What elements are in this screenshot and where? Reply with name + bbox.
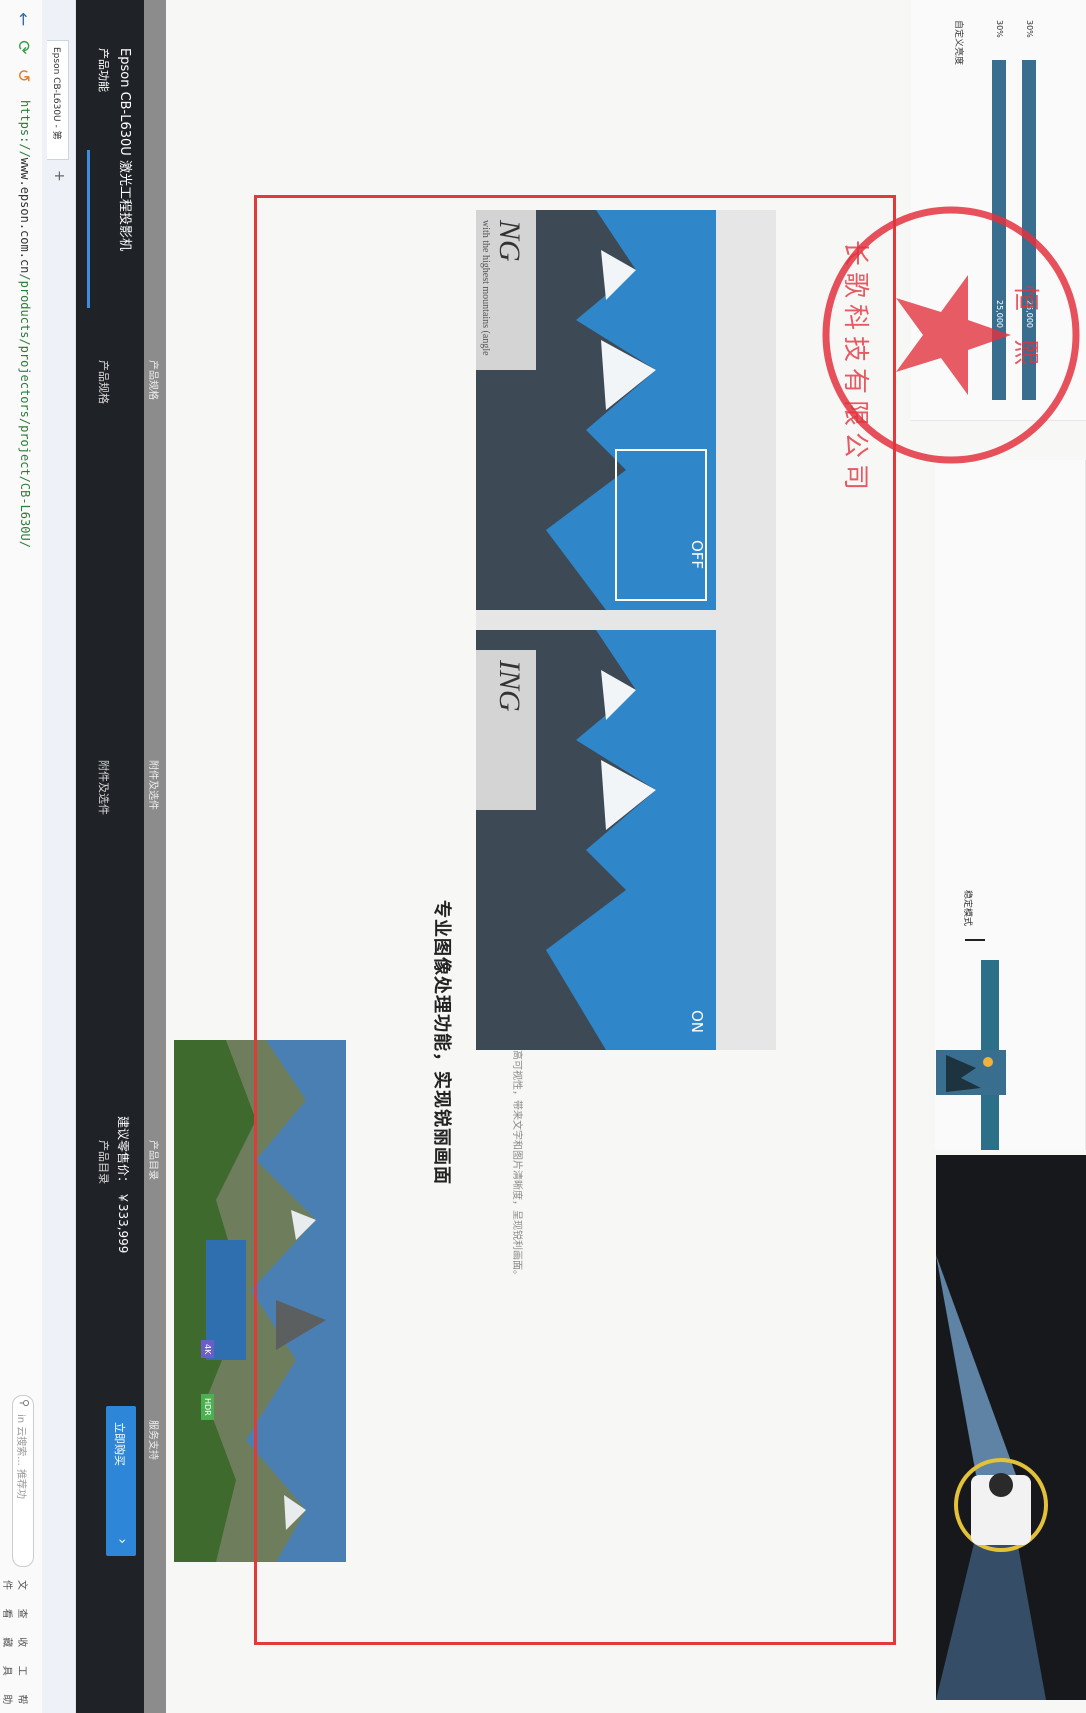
url-field[interactable]: https://www.epson.com.cn/products/projec… (18, 100, 32, 548)
menu-tools[interactable]: 工具 (1, 1666, 31, 1685)
scanned-screenshot: ← ⟳ ↺ https://www.epson.com.cn/products/… (0, 0, 1086, 1713)
undo-icon[interactable]: ↺ (13, 69, 33, 83)
sub-navigation: 产品规格 附件及选件 产品目录 服务支持 (144, 0, 166, 1713)
active-tab-indicator (87, 150, 90, 308)
overlay-ing-text: ING (493, 660, 526, 712)
browser-tab[interactable]: Epson CB-L630U - 第 (47, 40, 69, 160)
nav-accessories[interactable]: 附件及选件 (96, 760, 112, 815)
browser-tab-strip: Epson CB-L630U - 第 + (42, 0, 76, 1713)
url-path: /products/projectors/project/CB-L630U/ (18, 273, 32, 548)
nav-product-features[interactable]: 产品功能 (96, 48, 112, 92)
label-off: OFF (688, 540, 706, 570)
projector-image (936, 1155, 1086, 1700)
stamp-text: 长歌科技有限公司 (840, 240, 870, 497)
browser-menu: 文件 查看 收藏 工具 帮助 (1, 1580, 31, 1713)
subnav-catalog[interactable]: 产品目录 (147, 1140, 162, 1180)
overlay-ng-text: NG (493, 220, 526, 262)
subnav-specs[interactable]: 产品规格 (147, 360, 162, 400)
chart-bar-1-label: 30% (995, 20, 1004, 38)
url-host: www.epson.com.cn (18, 157, 32, 274)
subnav-support[interactable]: 服务支持 (147, 1420, 162, 1460)
mode-diagram: 稳定模式 (935, 460, 1086, 1150)
menu-favorites[interactable]: 收藏 (1, 1637, 31, 1656)
browser-address-bar: ← ⟳ ↺ https://www.epson.com.cn/products/… (0, 0, 43, 1713)
refresh-icon[interactable]: ⟳ (13, 40, 33, 54)
browser-search-box[interactable]: ⚲ in 云搜索... 推荐功 (12, 1395, 34, 1567)
chart-bar-2-label: 30% (1025, 20, 1034, 38)
hero-tag-4k: 4K (201, 1340, 214, 1359)
browser-nav-buttons: ← ⟳ ↺ (13, 12, 33, 83)
feature-heading: 专业图像处理功能，实现锐丽画面 (431, 900, 452, 1185)
rotated-page: ← ⟳ ↺ https://www.epson.com.cn/products/… (0, 0, 1086, 1713)
search-icon: ⚲ (18, 1399, 31, 1408)
menu-file[interactable]: 文件 (1, 1580, 31, 1599)
menu-view[interactable]: 查看 (1, 1609, 31, 1628)
overlay-caption: with the highest mountains (angle (480, 220, 491, 356)
chevron-right-icon: › (114, 1538, 130, 1544)
search-placeholder: in 云搜索... 推荐功 (15, 1414, 26, 1500)
price-label: 建议零售价： ￥333,999 (116, 1116, 130, 1254)
product-title: Epson CB-L630U 激光工程投影机 (117, 48, 132, 251)
hero-tag-hdr: HDR (201, 1394, 214, 1420)
new-tab-icon[interactable]: + (51, 170, 67, 182)
menu-help[interactable]: 帮助 (1, 1694, 31, 1713)
image-icon (936, 1050, 1006, 1095)
buy-now-label: 立即购买 (113, 1422, 126, 1466)
url-scheme: https:// (18, 100, 32, 158)
comparison-image: OFF ON NG ING with the highest mountains… (476, 210, 776, 1050)
label-on: ON (688, 1010, 706, 1034)
chart-axis-label: 自定义亮度 (953, 20, 963, 66)
nav-catalog[interactable]: 产品目录 (96, 1140, 112, 1184)
tab-label: Epson CB-L630U - 第 (51, 47, 61, 140)
subnav-accessories[interactable]: 附件及选件 (147, 760, 162, 810)
buy-now-button[interactable]: 立即购买 › (106, 1406, 136, 1556)
nav-specs[interactable]: 产品规格 (96, 360, 112, 404)
stamp-subtext: 恒 熙 (1010, 285, 1040, 376)
back-arrow-icon[interactable]: ← (13, 12, 33, 26)
